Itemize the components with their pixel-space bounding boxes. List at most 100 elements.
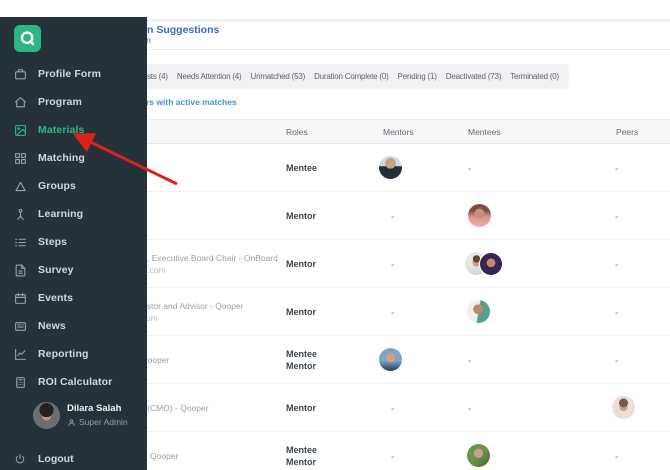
sidebar-item-groups[interactable]: Groups <box>0 172 147 200</box>
mentors-empty: - <box>391 403 395 415</box>
top-border <box>146 19 670 22</box>
mentors-empty: - <box>391 259 395 271</box>
user-role-label: Super Admin <box>79 417 128 427</box>
sidebar: Profile Form Program Materials Matching <box>0 17 147 470</box>
roi-calculator-icon <box>14 376 27 389</box>
role-label: Mentee <box>286 444 318 455</box>
status-tab-bar: sts (4) Needs Attention (4) Unmatched (5… <box>146 64 570 89</box>
survey-icon <box>14 264 27 277</box>
events-icon <box>14 292 27 305</box>
user-role: Super Admin <box>67 417 128 427</box>
groups-icon <box>14 180 27 193</box>
mentor-avatar[interactable] <box>379 156 402 179</box>
tab-pending[interactable]: Pending (1) <box>398 72 437 81</box>
role-label: Mentor <box>286 258 316 269</box>
table-header-row: Roles Mentors Mentees Peers <box>140 119 670 144</box>
profile-form-icon <box>14 68 27 81</box>
peers-empty: - <box>615 307 619 319</box>
table-row[interactable]: Qooper Mentee Mentor - - <box>140 336 670 384</box>
tab-duration-complete[interactable]: Duration Complete (0) <box>314 72 389 81</box>
table-row[interactable]: Mentee - - <box>140 144 670 192</box>
tab-unmatched[interactable]: Unmatched (53) <box>251 72 306 81</box>
tab-deactivated[interactable]: Deactivated (73) <box>446 72 502 81</box>
logout-label: Logout <box>38 453 74 465</box>
column-mentees: Mentees <box>468 126 501 137</box>
sidebar-item-events[interactable]: Events <box>0 284 147 312</box>
column-peers: Peers <box>616 126 639 137</box>
sidebar-item-materials[interactable]: Materials <box>0 116 147 144</box>
sidebar-item-label: Survey <box>38 264 74 276</box>
logout-button[interactable]: Logout <box>0 445 161 470</box>
role-label: Mentor <box>286 210 316 221</box>
mentor-avatar[interactable] <box>379 348 402 371</box>
column-mentors: Mentors <box>383 126 414 137</box>
active-matches-link[interactable]: rs with active matches <box>146 97 237 107</box>
user-title: r (CMO) - Qooper <box>142 402 209 413</box>
sidebar-item-learning[interactable]: Learning <box>0 200 147 228</box>
mentees-empty: - <box>468 163 472 175</box>
table-row[interactable]: estor and Advisor - Qooper om Mentor - - <box>140 288 670 336</box>
table-row[interactable]: Qooper Mentee Mentor - - <box>140 432 670 470</box>
sidebar-item-survey[interactable]: Survey <box>0 256 147 284</box>
user-title: , Executive Board Chair - OnBoard <box>147 252 278 263</box>
user-title: Qooper <box>141 354 170 365</box>
user-title: estor and Advisor - Qooper <box>142 300 244 311</box>
run-suggestions-link[interactable]: n Suggestions <box>147 24 219 36</box>
sidebar-item-label: Events <box>38 292 74 304</box>
role-label: Mentor <box>286 456 316 467</box>
sidebar-item-roi-calculator[interactable]: ROI Calculator <box>0 368 147 396</box>
column-roles: Roles <box>286 126 308 137</box>
header-divider <box>146 49 670 50</box>
peers-empty: - <box>615 163 619 175</box>
steps-icon <box>14 236 27 249</box>
tab-requests[interactable]: sts (4) <box>147 72 168 81</box>
role-label: Mentor <box>286 402 316 413</box>
sidebar-item-label: Matching <box>38 152 85 164</box>
sidebar-item-label: Learning <box>38 208 84 220</box>
table-row[interactable]: Mentor - - <box>140 192 670 240</box>
user-email-fragment: om <box>146 312 158 323</box>
mentees-empty: - <box>468 355 472 367</box>
user-title: Qooper <box>150 450 179 461</box>
sidebar-item-reporting[interactable]: Reporting <box>0 340 147 368</box>
learning-icon <box>14 208 27 221</box>
mentee-avatar[interactable] <box>467 444 490 467</box>
table-row[interactable]: r (CMO) - Qooper Mentor - - <box>140 384 670 432</box>
person-icon <box>67 418 76 427</box>
sidebar-item-label: Materials <box>38 124 85 136</box>
mentee-avatar[interactable] <box>479 251 503 276</box>
sidebar-item-matching[interactable]: Matching <box>0 144 147 172</box>
sidebar-item-news[interactable]: News <box>0 312 147 340</box>
qooper-logo[interactable] <box>14 25 41 52</box>
reporting-icon <box>14 348 27 361</box>
sidebar-nav: Profile Form Program Materials Matching <box>0 60 147 396</box>
users-table: Roles Mentors Mentees Peers Mentee - - M… <box>140 119 670 470</box>
sidebar-item-label: Steps <box>38 236 68 248</box>
peer-avatar[interactable] <box>612 396 635 419</box>
peers-empty: - <box>615 355 619 367</box>
app-window: n Suggestions n sts (4) Needs Attention … <box>0 0 670 470</box>
tab-needs-attention[interactable]: Needs Attention (4) <box>177 72 242 81</box>
peers-empty: - <box>615 259 619 271</box>
mentors-empty: - <box>391 451 395 463</box>
table-row[interactable]: , Executive Board Chair - OnBoard s.com … <box>140 240 670 288</box>
mentees-empty: - <box>468 403 472 415</box>
user-name: Dilara Salah <box>67 403 122 414</box>
sidebar-item-program[interactable]: Program <box>0 88 147 116</box>
sidebar-item-label: Groups <box>38 180 76 192</box>
matching-icon <box>14 152 27 165</box>
sidebar-item-label: Reporting <box>38 348 89 360</box>
peers-empty: - <box>615 211 619 223</box>
user-profile[interactable]: Dilara Salah Super Admin <box>0 398 147 434</box>
peers-empty: - <box>615 451 619 463</box>
sidebar-item-steps[interactable]: Steps <box>0 228 147 256</box>
mentee-avatar[interactable] <box>468 204 491 227</box>
role-label: Mentor <box>286 360 316 371</box>
sidebar-item-profile-form[interactable]: Profile Form <box>0 60 147 88</box>
mentee-avatar[interactable] <box>467 300 490 323</box>
user-avatar <box>33 402 60 429</box>
tab-terminated[interactable]: Terminated (0) <box>510 72 559 81</box>
role-label: Mentee <box>286 348 318 359</box>
sidebar-item-label: ROI Calculator <box>38 376 113 388</box>
sidebar-item-label: Program <box>38 96 82 108</box>
